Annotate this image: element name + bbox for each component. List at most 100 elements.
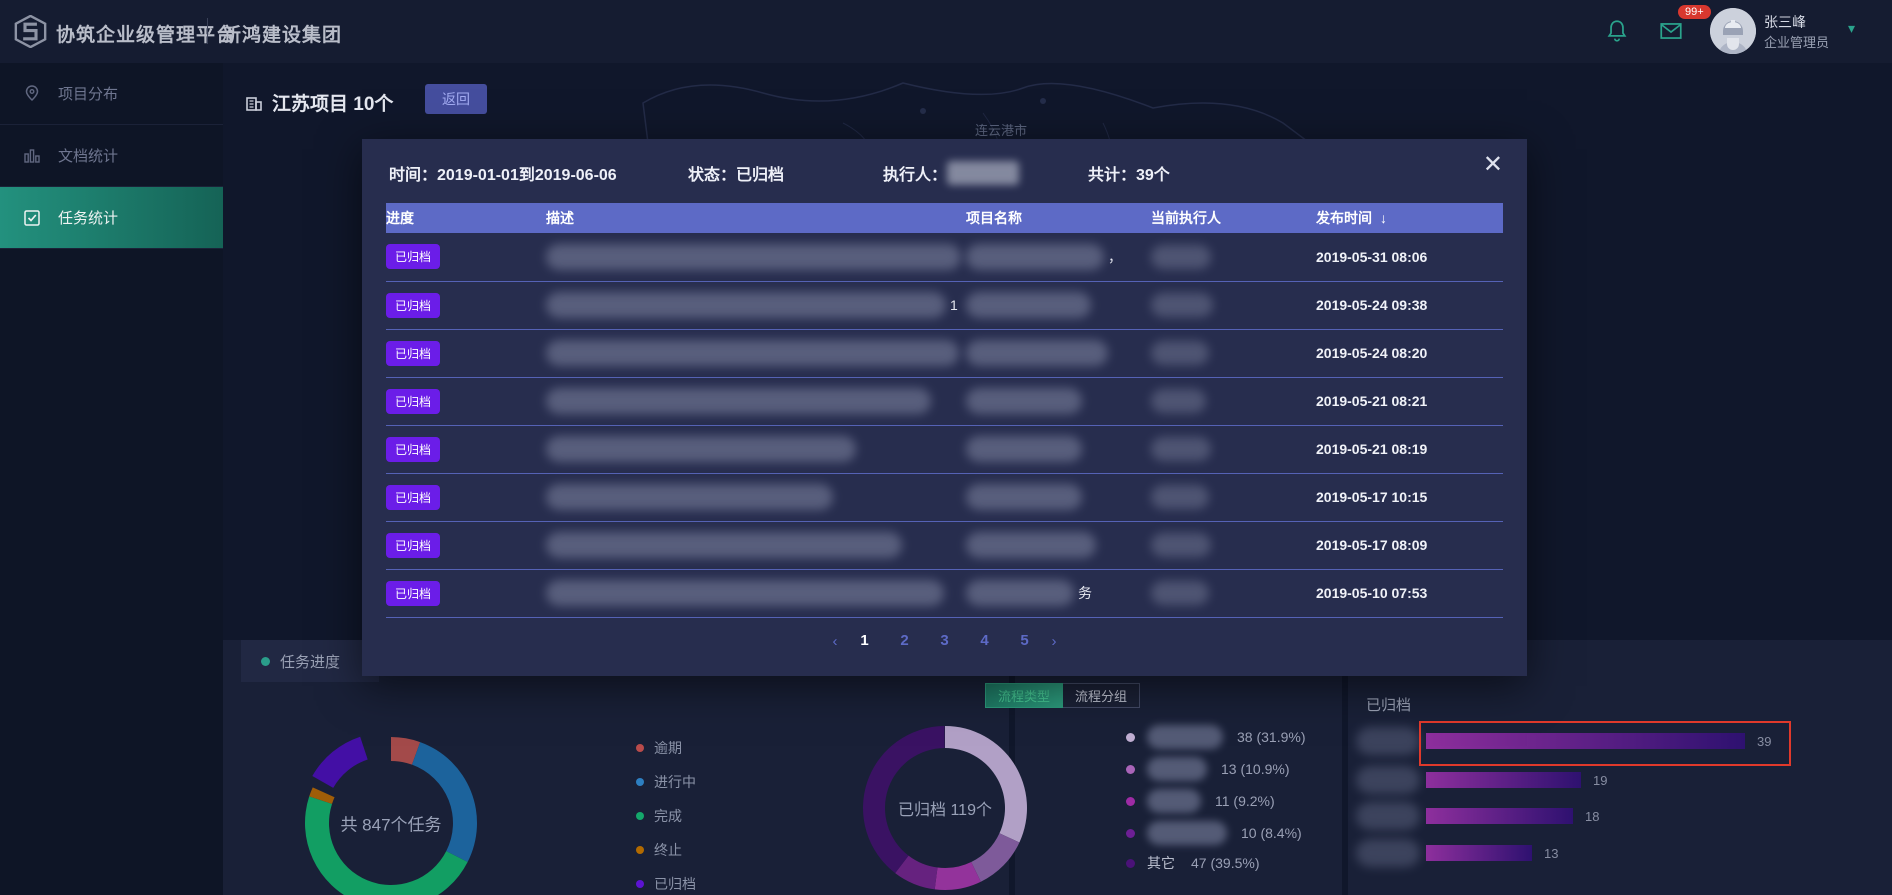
page-button-4[interactable]: 4 xyxy=(972,628,998,654)
avatar-person-icon xyxy=(1710,8,1756,54)
status-badge: 已归档 xyxy=(386,485,440,510)
table-row[interactable]: 已归档 1 2019-05-24 09:38 xyxy=(386,281,1503,329)
redacted-executor xyxy=(1151,389,1206,413)
donut-segment-38[interactable] xyxy=(945,726,1027,842)
redacted-description xyxy=(546,292,946,318)
publish-time: 2019-05-21 08:19 xyxy=(1316,425,1503,473)
legend-dot-icon xyxy=(1126,797,1135,806)
col-progress[interactable]: 进度 xyxy=(386,203,546,233)
filter-time: 时间：2019-01-01到2019-06-06 xyxy=(389,161,617,185)
flow-legend-item-10[interactable]: 10 (8.4%) xyxy=(1126,821,1302,845)
status-badge: 已归档 xyxy=(386,533,440,558)
legend-dot-icon xyxy=(1126,859,1135,868)
redacted-executor xyxy=(1151,437,1211,461)
donut-segment-进行中[interactable] xyxy=(412,742,477,862)
description-suffix: 1 xyxy=(950,297,958,313)
redacted-description xyxy=(546,532,902,558)
top-header: 协筑企业级管理平台 新鸿建设集团 99+ 张三峰 企业管理员 ▾ xyxy=(0,0,1892,63)
mail-icon[interactable] xyxy=(1658,18,1684,44)
col-publish-time[interactable]: 发布时间↓ xyxy=(1316,203,1503,233)
redacted-description xyxy=(546,484,833,510)
title-separator xyxy=(207,18,208,44)
user-role: 企业管理员 xyxy=(1764,32,1829,51)
legend-item-终止[interactable]: 终止 xyxy=(636,840,682,860)
task-progress-tab-label: 任务进度 xyxy=(280,651,340,672)
page-button-5[interactable]: 5 xyxy=(1012,628,1038,654)
back-button[interactable]: 返回 xyxy=(425,84,487,114)
table-row[interactable]: 已归档 2019-05-17 10:15 xyxy=(386,473,1503,521)
legend-item-完成[interactable]: 完成 xyxy=(636,806,682,826)
tab-dot-icon xyxy=(261,657,270,666)
user-name: 张三峰 xyxy=(1764,12,1806,32)
status-badge: 已归档 xyxy=(386,437,440,462)
notification-bell-icon[interactable] xyxy=(1604,18,1630,44)
redacted-bar-category xyxy=(1356,766,1420,794)
page-prev-icon[interactable]: ‹ xyxy=(833,633,838,650)
pagination: ‹ 12345 › xyxy=(362,628,1527,654)
task-check-icon xyxy=(22,208,42,228)
page-button-2[interactable]: 2 xyxy=(892,628,918,654)
col-current-executor[interactable]: 当前执行人 xyxy=(1151,203,1316,233)
table-row[interactable]: 已归档 2019-05-21 08:19 xyxy=(386,425,1503,473)
bars-panel-title: 已归档 xyxy=(1366,694,1411,715)
publish-time: 2019-05-17 10:15 xyxy=(1316,473,1503,521)
redacted-description xyxy=(546,436,856,462)
redacted-executor xyxy=(1151,581,1209,605)
page-next-icon[interactable]: › xyxy=(1052,633,1057,650)
legend-dot-icon xyxy=(636,744,644,752)
flow-tab-流程分组[interactable]: 流程分组 xyxy=(1063,683,1140,708)
col-description[interactable]: 描述 xyxy=(546,203,966,233)
redacted-bar-category xyxy=(1356,839,1420,867)
status-badge: 已归档 xyxy=(386,341,440,366)
flow-donut-center-label: 已归档 119个 xyxy=(898,796,992,820)
sidebar-item-label: 文档统计 xyxy=(58,145,118,166)
bar-value-label: 18 xyxy=(1585,809,1599,824)
redacted-bar-category xyxy=(1356,802,1420,830)
bar-value-label: 13 xyxy=(1544,846,1558,861)
sidebar-item-label: 任务统计 xyxy=(58,207,118,228)
table-row[interactable]: 已归档 ， 2019-05-31 08:06 xyxy=(386,233,1503,281)
table-row[interactable]: 已归档 务 2019-05-10 07:53 xyxy=(386,569,1503,617)
page-button-1[interactable]: 1 xyxy=(852,628,878,654)
sidebar-item-任务统计[interactable]: 任务统计 xyxy=(0,187,223,249)
table-row[interactable]: 已归档 2019-05-21 08:21 xyxy=(386,377,1503,425)
table-row[interactable]: 已归档 2019-05-24 08:20 xyxy=(386,329,1503,377)
redacted-legend-label xyxy=(1147,725,1223,749)
flow-legend-item-13[interactable]: 13 (10.9%) xyxy=(1126,757,1289,781)
doc-chart-icon xyxy=(22,146,42,166)
publish-time: 2019-05-17 08:09 xyxy=(1316,521,1503,569)
sidebar-item-文档统计[interactable]: 文档统计 xyxy=(0,125,223,187)
redacted-executor xyxy=(1151,245,1211,269)
page-button-3[interactable]: 3 xyxy=(932,628,958,654)
redacted-project-name xyxy=(966,436,1082,462)
legend-item-进行中[interactable]: 进行中 xyxy=(636,772,696,792)
bar-19[interactable] xyxy=(1426,772,1581,788)
user-avatar[interactable] xyxy=(1710,8,1756,54)
redacted-executor xyxy=(1151,533,1211,557)
sidebar-item-label: 项目分布 xyxy=(58,83,118,104)
flow-legend-item-38[interactable]: 38 (31.9%) xyxy=(1126,725,1305,749)
chevron-down-icon[interactable]: ▾ xyxy=(1848,20,1855,37)
legend-dot-icon xyxy=(1126,765,1135,774)
legend-item-逾期[interactable]: 逾期 xyxy=(636,738,682,758)
bar-13[interactable] xyxy=(1426,845,1532,861)
bar-18[interactable] xyxy=(1426,808,1573,824)
charts-strip: 任务进度 共 847个任务 逾期进行中完成终止已归档 流程类型流程分组 已归档 … xyxy=(223,640,1892,895)
flow-legend-item-11[interactable]: 11 (9.2%) xyxy=(1126,789,1275,813)
redacted-description xyxy=(546,340,959,366)
sort-desc-icon[interactable]: ↓ xyxy=(1380,210,1387,226)
donut-segment-已归档[interactable] xyxy=(312,737,367,788)
legend-dot-icon xyxy=(1126,829,1135,838)
col-project-name[interactable]: 项目名称 xyxy=(966,203,1151,233)
modal-filter-bar: 时间：2019-01-01到2019-06-06 状态：已归档 执行人： 共计：… xyxy=(362,157,1527,187)
donut-segment-13[interactable] xyxy=(971,833,1019,882)
table-row[interactable]: 已归档 2019-05-17 08:09 xyxy=(386,521,1503,569)
flow-legend-item-其它[interactable]: 其它47 (39.5%) xyxy=(1126,853,1259,873)
sidebar-item-项目分布[interactable]: 项目分布 xyxy=(0,63,223,125)
building-icon xyxy=(245,94,263,112)
task-progress-tab[interactable]: 任务进度 xyxy=(241,640,379,682)
legend-item-已归档[interactable]: 已归档 xyxy=(636,874,696,894)
task-list-modal: ✕ 时间：2019-01-01到2019-06-06 状态：已归档 执行人： 共… xyxy=(362,139,1527,676)
status-badge: 已归档 xyxy=(386,244,440,269)
app-logo-icon xyxy=(14,15,47,48)
